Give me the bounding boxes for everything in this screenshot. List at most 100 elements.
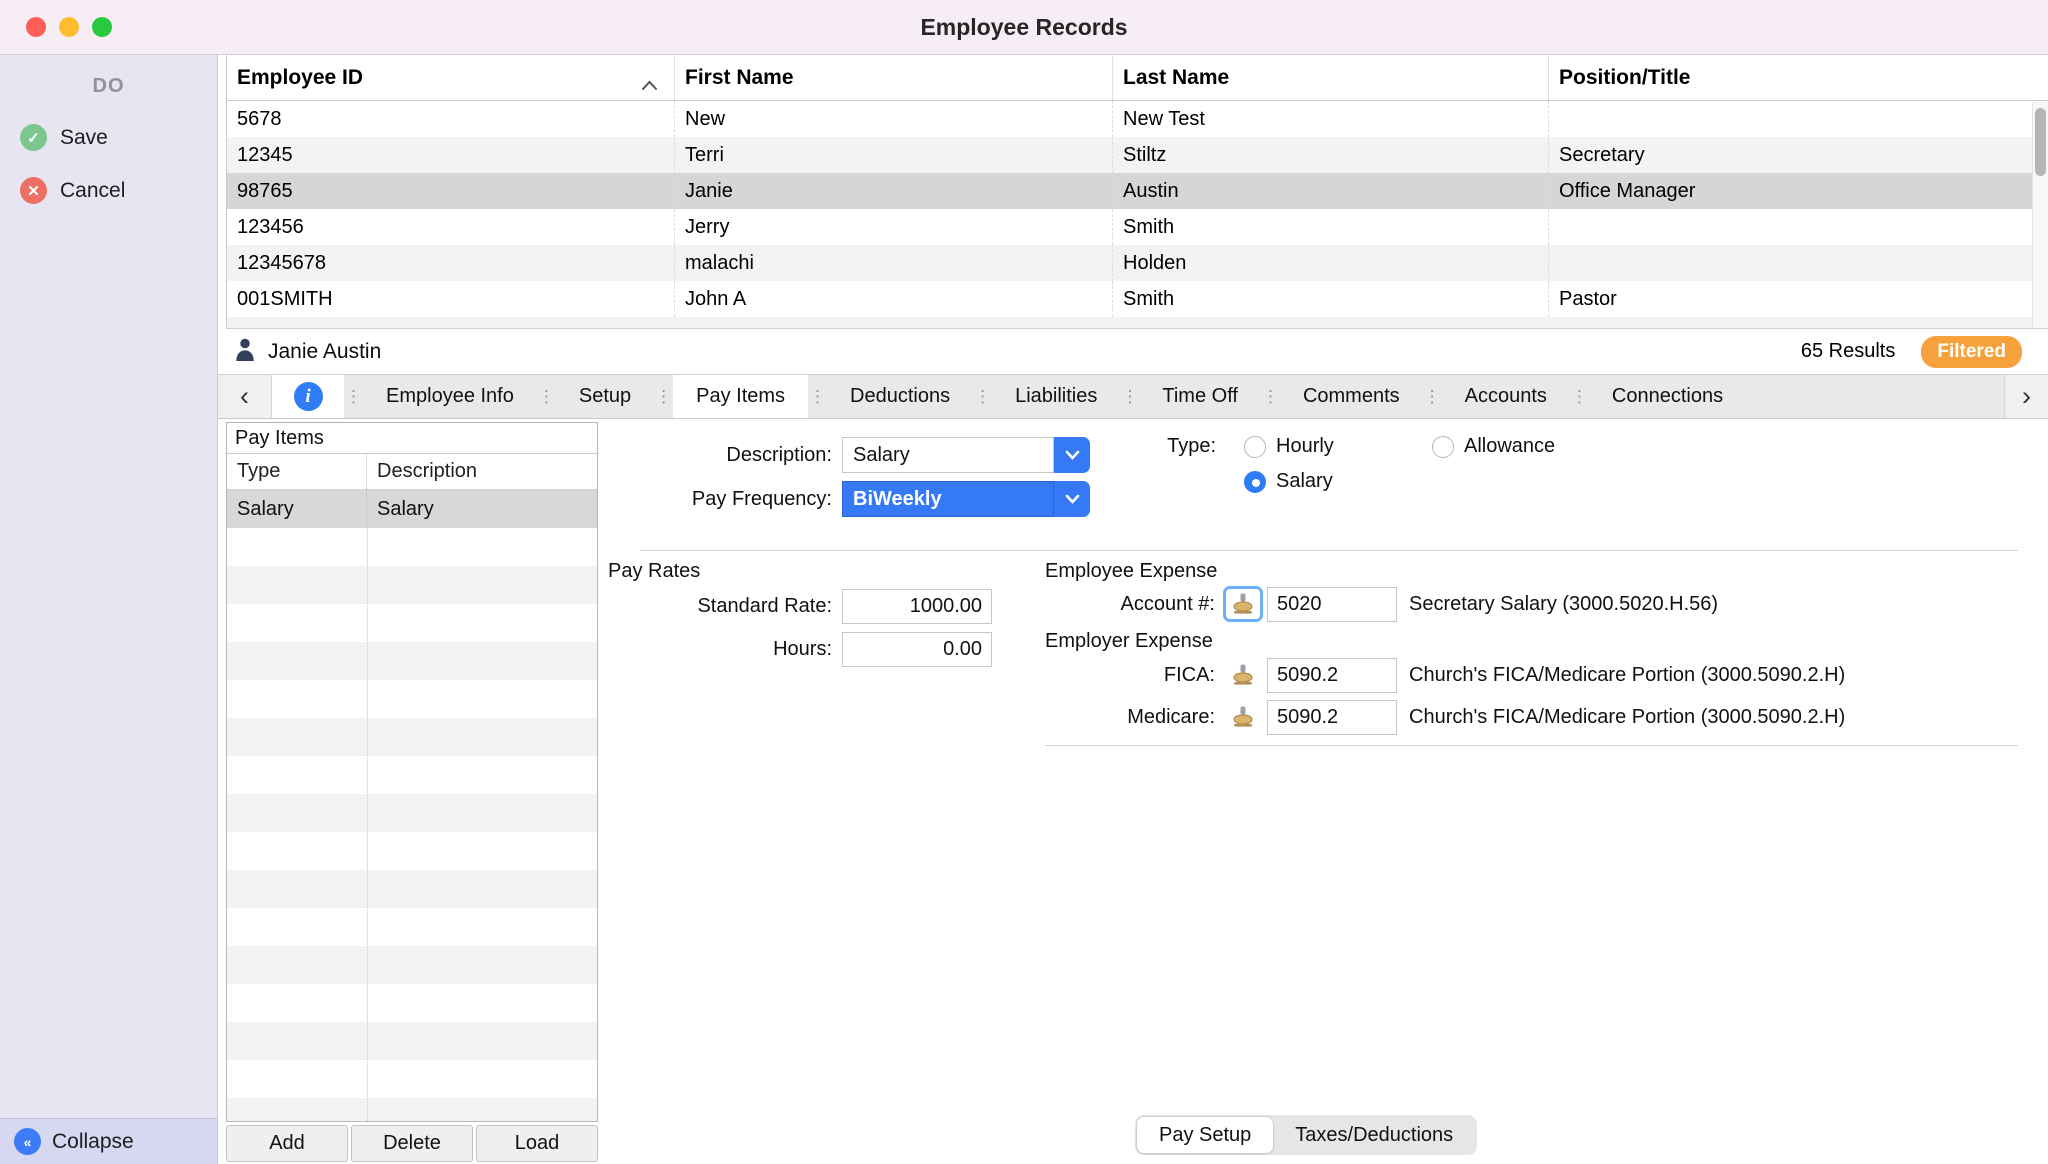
sidebar-header: DO (0, 75, 217, 98)
position-cell (1549, 209, 2032, 245)
window-title: Employee Records (920, 14, 1127, 41)
first-name-cell: John A (675, 281, 1113, 317)
radio-allowance[interactable]: Allowance (1432, 435, 1555, 458)
tab-scroll-right-button[interactable]: › (2004, 375, 2048, 418)
table-row[interactable]: 001SMITH John A Smith Pastor (227, 281, 2032, 317)
tab-separator: ⋮ (1570, 375, 1589, 418)
pay-items-title: Pay Items (227, 423, 597, 454)
description-row: Description: Salary (598, 437, 1090, 473)
tab-accounts[interactable]: Accounts (1442, 375, 1570, 418)
minimize-window-button[interactable] (59, 17, 79, 37)
tab-liabilities[interactable]: Liabilities (992, 375, 1120, 418)
tab-time-off[interactable]: Time Off (1139, 375, 1261, 418)
close-window-button[interactable] (26, 17, 46, 37)
taxes-deductions-tab[interactable]: Taxes/Deductions (1273, 1117, 1475, 1153)
radio-hourly[interactable]: Hourly (1244, 435, 1404, 458)
tab-connections[interactable]: Connections (1589, 375, 1746, 418)
tab-separator: ⋮ (973, 375, 992, 418)
medicare-input[interactable] (1267, 700, 1397, 735)
fica-lookup-icon[interactable] (1223, 657, 1263, 693)
tab-comments[interactable]: Comments (1280, 375, 1423, 418)
column-header-position-title[interactable]: Position/Title (1549, 55, 2032, 100)
add-button[interactable]: Add (226, 1125, 348, 1162)
table-row-selected[interactable]: 98765 Janie Austin Office Manager (227, 173, 2032, 209)
table-row[interactable]: 12345 Terri Stiltz Secretary (227, 137, 2032, 173)
record-name: Janie Austin (268, 340, 381, 364)
person-icon (234, 336, 256, 368)
zoom-window-button[interactable] (92, 17, 112, 37)
section-divider (640, 550, 2018, 551)
record-header: Janie Austin 65 Results Filtered (218, 329, 2048, 375)
description-dropdown[interactable]: Salary (842, 437, 1090, 473)
employer-expense-heading: Employer Expense (1045, 630, 1213, 653)
column-header-last-name[interactable]: Last Name (1113, 55, 1549, 100)
table-row[interactable]: 12345678 malachi Holden (227, 245, 2032, 281)
hours-input[interactable] (842, 632, 992, 667)
load-button[interactable]: Load (476, 1125, 598, 1162)
tab-deductions[interactable]: Deductions (827, 375, 973, 418)
tab-setup[interactable]: Setup (556, 375, 654, 418)
cancel-label: Cancel (60, 179, 125, 203)
results-count: 65 Results (1801, 340, 1896, 363)
tab-employee-info[interactable]: Employee Info (363, 375, 537, 418)
tab-info[interactable]: i (272, 375, 344, 418)
position-cell: Pastor (1549, 281, 2032, 317)
pay-item-row-selected[interactable]: Salary Salary (227, 490, 597, 528)
radio-circle-icon (1244, 471, 1266, 493)
pay-setup-tab[interactable]: Pay Setup (1137, 1117, 1273, 1153)
employee-records-window: Employee Records DO ✓ Save ✕ Cancel « Co… (0, 0, 2048, 1164)
medicare-lookup-icon[interactable] (1223, 699, 1263, 735)
employee-id-cell: 5678 (227, 101, 675, 137)
standard-rate-label: Standard Rate: (598, 595, 832, 618)
employee-table-header: Employee ID First Name Last Name Positio… (227, 55, 2048, 101)
fica-input[interactable] (1267, 658, 1397, 693)
pay-items-col-description: Description (367, 454, 597, 489)
dropdown-chevron-icon (1054, 481, 1090, 517)
cancel-button[interactable]: ✕ Cancel (0, 177, 217, 204)
table-row-partial (227, 317, 2032, 328)
column-header-employee-id[interactable]: Employee ID (227, 55, 675, 100)
employee-table-body: 5678 New New Test 12345 Terri Stiltz Sec… (227, 101, 2048, 328)
bottom-segmented-control: Pay Setup Taxes/Deductions (1135, 1115, 1477, 1155)
employee-id-cell: 123456 (227, 209, 675, 245)
first-name-cell: malachi (675, 245, 1113, 281)
radio-circle-icon (1244, 436, 1266, 458)
sidebar: DO ✓ Save ✕ Cancel « Collapse (0, 55, 218, 1164)
position-cell (1549, 245, 2032, 281)
last-name-cell: Smith (1113, 281, 1549, 317)
pay-frequency-dropdown[interactable]: BiWeekly (842, 481, 1090, 517)
column-header-first-name[interactable]: First Name (675, 55, 1113, 100)
table-row[interactable]: 123456 Jerry Smith (227, 209, 2032, 245)
standard-rate-input[interactable] (842, 589, 992, 624)
column-divider (367, 528, 368, 1121)
save-button[interactable]: ✓ Save (0, 124, 217, 151)
first-name-cell: Janie (675, 173, 1113, 209)
info-icon: i (294, 382, 323, 411)
employee-id-cell: 12345 (227, 137, 675, 173)
description-label: Description: (598, 444, 832, 467)
delete-button[interactable]: Delete (351, 1125, 473, 1162)
standard-rate-row: Standard Rate: (598, 589, 992, 624)
type-radio-group: Type: Hourly Allowance Salary (1154, 435, 1555, 493)
last-name-cell: Austin (1113, 173, 1549, 209)
table-row[interactable]: 5678 New New Test (227, 101, 2032, 137)
account-number-input[interactable] (1267, 587, 1397, 622)
position-cell: Office Manager (1549, 173, 2032, 209)
pay-frequency-label: Pay Frequency: (598, 488, 832, 511)
tab-scroll-left-button[interactable]: ‹ (218, 375, 272, 418)
employee-id-cell: 98765 (227, 173, 675, 209)
filtered-badge[interactable]: Filtered (1921, 336, 2022, 368)
scrollbar-thumb[interactable] (2035, 108, 2046, 176)
hours-row: Hours: (598, 632, 992, 667)
radio-salary[interactable]: Salary (1244, 470, 1404, 493)
account-number-row: Account #: Secretary Salary (3000.5020.H… (1045, 586, 1718, 622)
account-lookup-icon[interactable] (1223, 586, 1263, 622)
pay-rates-heading: Pay Rates (608, 560, 700, 583)
tab-bar: ‹ i ⋮ Employee Info ⋮ Setup ⋮ Pay Items … (218, 375, 2048, 419)
employee-table: Employee ID First Name Last Name Positio… (226, 55, 2048, 329)
tab-pay-items[interactable]: Pay Items (673, 375, 808, 418)
tab-separator: ⋮ (1423, 375, 1442, 418)
pay-items-detail: Description: Salary Pay Frequency: BiWee… (598, 419, 2048, 1164)
pay-frequency-value: BiWeekly (842, 481, 1054, 517)
collapse-button[interactable]: « Collapse (0, 1118, 217, 1164)
